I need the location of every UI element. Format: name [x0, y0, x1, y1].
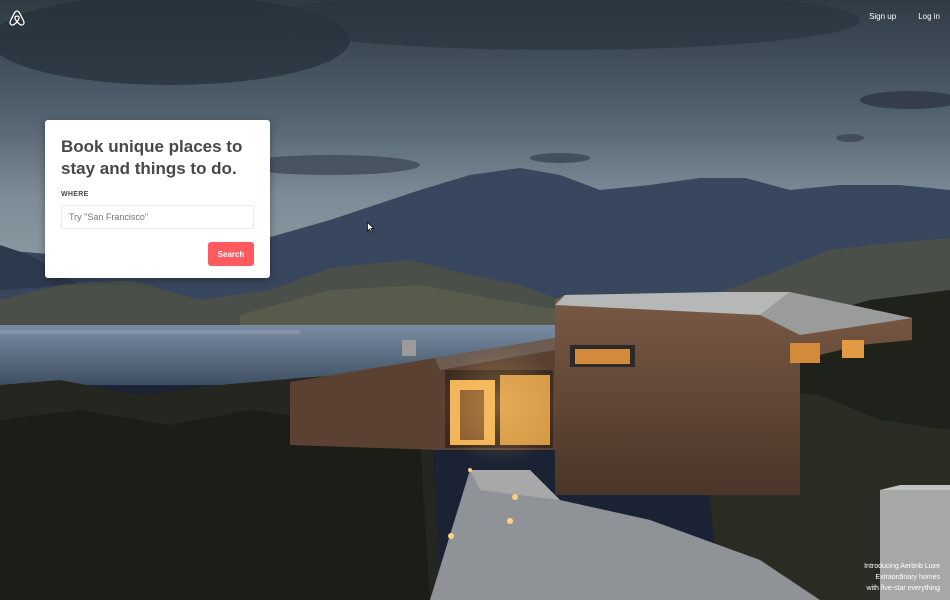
airbnb-logo-icon[interactable]	[8, 9, 26, 27]
promo-line-3: with five-star everything	[866, 585, 940, 592]
where-input[interactable]	[61, 205, 254, 229]
top-nav: Sign up Log in	[869, 12, 940, 21]
hero-background-image	[0, 0, 950, 600]
log-in-link[interactable]: Log in	[918, 12, 940, 21]
promo-line-2: Extraordinary homes	[875, 574, 940, 581]
sign-up-link[interactable]: Sign up	[869, 12, 896, 21]
booking-card: Book unique places to stay and things to…	[45, 120, 270, 278]
promo-line-1: Introducing Aerbnb Luxe	[864, 563, 940, 570]
luxe-promo[interactable]: Introducing Aerbnb Luxe Extraordinary ho…	[864, 561, 940, 594]
booking-heading: Book unique places to stay and things to…	[61, 137, 243, 178]
mouse-cursor-icon	[367, 220, 375, 233]
where-label: WHERE	[61, 191, 89, 198]
search-button[interactable]: Search	[208, 242, 254, 266]
